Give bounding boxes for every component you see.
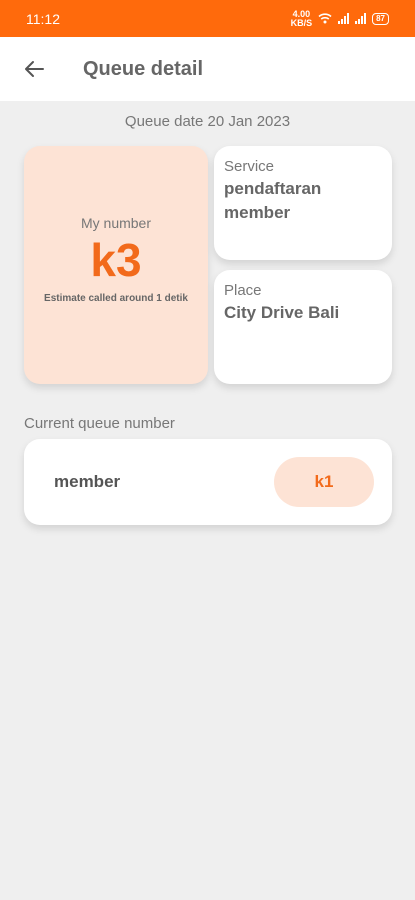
status-icons: 4.00 KB/S 87 bbox=[290, 8, 389, 28]
current-queue-number: k1 bbox=[274, 457, 374, 507]
back-button[interactable] bbox=[9, 44, 59, 94]
status-time: 11:12 bbox=[26, 10, 60, 27]
place-card: Place City Drive Bali bbox=[214, 270, 392, 384]
status-bar: 11:12 4.00 KB/S 87 bbox=[0, 0, 415, 37]
my-number-label: My number bbox=[80, 214, 152, 231]
place-value: City Drive Bali bbox=[224, 303, 340, 322]
signal-icon bbox=[338, 13, 350, 24]
place-label: Place bbox=[224, 282, 262, 299]
service-value: pendaftaran member bbox=[224, 179, 322, 222]
service-label: Service bbox=[224, 158, 275, 175]
app-bar: Queue detail bbox=[0, 37, 415, 101]
arrow-left-icon bbox=[25, 61, 44, 77]
service-card: Service pendaftaran member bbox=[214, 146, 392, 260]
my-number-card: My number k3 Estimate called around 1 de… bbox=[24, 146, 208, 384]
current-queue-service: member bbox=[54, 472, 121, 491]
current-queue-card: member k1 bbox=[24, 439, 392, 525]
signal-icon bbox=[355, 13, 367, 24]
estimate-text: Estimate called around 1 detik bbox=[44, 292, 188, 304]
current-queue-label: Current queue number bbox=[24, 415, 175, 432]
my-number-value: k3 bbox=[90, 233, 142, 286]
queue-date: Queue date 20 Jan 2023 bbox=[124, 113, 291, 130]
wifi-icon bbox=[318, 13, 332, 24]
network-speed: 4.00 KB/S bbox=[290, 8, 313, 28]
page-title: Queue detail bbox=[83, 57, 204, 80]
battery-icon: 87 bbox=[372, 12, 389, 25]
